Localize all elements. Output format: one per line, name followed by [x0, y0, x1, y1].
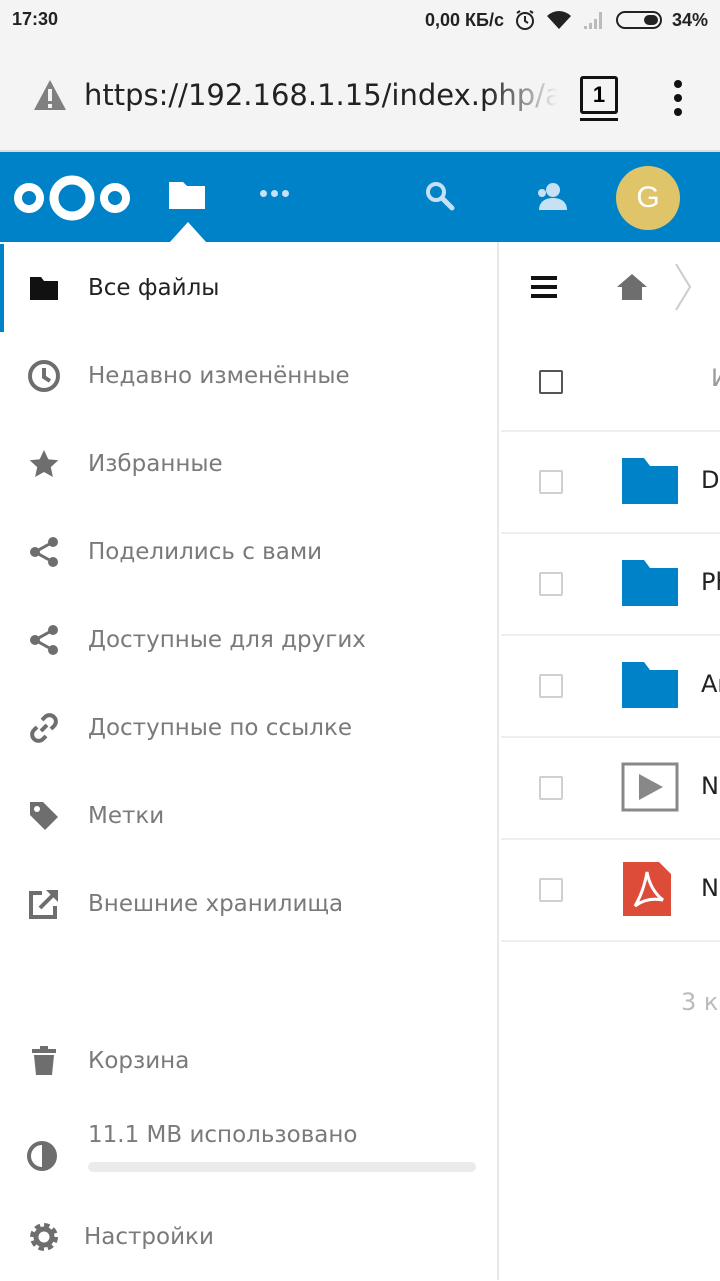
file-list-panel: И Do Ph Ав N N 3 ка: [501, 242, 720, 1280]
sidebar-item-favorites[interactable]: Избранные: [0, 420, 497, 508]
share-icon: [26, 622, 62, 658]
warning-icon[interactable]: [32, 78, 68, 112]
sidebar-item-label: Избранные: [88, 451, 223, 477]
dot-icon: [674, 80, 682, 88]
dot-icon: [674, 94, 682, 102]
file-list-header: И: [501, 332, 720, 432]
file-row[interactable]: N: [501, 738, 720, 840]
active-app-caret: [170, 222, 206, 242]
url-field[interactable]: https://192.168.1.15/index.php/a: [84, 78, 558, 112]
folder-icon: [622, 662, 678, 708]
row-checkbox[interactable]: [539, 776, 563, 800]
sidebar-item-recent[interactable]: Недавно изменённые: [0, 332, 497, 420]
app-navigation: Все файлы Недавно изменённые Избранные П…: [0, 242, 499, 1280]
overflow-menu-button[interactable]: [668, 80, 688, 116]
sidebar-item-shared-with-you[interactable]: Поделились с вами: [0, 508, 497, 596]
browser-url-bar: https://192.168.1.15/index.php/a 1: [0, 40, 720, 152]
sidebar-item-label: Метки: [88, 803, 165, 829]
sidebar-item-external-storage[interactable]: Внешние хранилища: [0, 860, 497, 948]
file-row[interactable]: Ph: [501, 534, 720, 636]
nextcloud-logo[interactable]: [10, 172, 134, 224]
sidebar-item-label: Доступные по ссылке: [88, 715, 353, 741]
file-list-summary: 3 ка: [681, 988, 720, 1016]
sidebar-item-label: Корзина: [88, 1048, 190, 1074]
app-header: G: [0, 152, 720, 242]
folder-icon: [622, 458, 678, 504]
file-name[interactable]: Ph: [701, 568, 720, 596]
more-apps-button[interactable]: [260, 190, 289, 197]
folder-icon: [622, 560, 678, 606]
clock-icon: [26, 358, 62, 394]
quota-label: 11.1 MB использовано: [88, 1122, 358, 1148]
file-name[interactable]: N: [701, 772, 719, 800]
status-bar: 17:30 0,00 КБ/с 34%: [0, 0, 720, 40]
chevron-right-icon: [675, 263, 692, 311]
sidebar-item-label: Все файлы: [88, 275, 220, 301]
user-avatar[interactable]: G: [616, 166, 680, 230]
network-speed: 0,00 КБ/с: [424, 9, 504, 30]
link-icon: [26, 710, 62, 746]
battery-level: 34%: [671, 9, 708, 30]
menu-icon[interactable]: [531, 276, 557, 298]
pdf-file-icon: [623, 862, 671, 916]
file-name[interactable]: Do: [701, 466, 720, 494]
sidebar-item-label: Внешние хранилища: [88, 891, 344, 917]
file-row[interactable]: N: [501, 840, 720, 942]
sidebar-item-trash[interactable]: Корзина: [0, 1017, 497, 1105]
sidebar-item-label: Настройки: [84, 1224, 214, 1250]
row-checkbox[interactable]: [539, 674, 563, 698]
alarm-icon: [515, 10, 534, 30]
select-all-checkbox[interactable]: [539, 370, 563, 394]
sidebar-item-settings[interactable]: Настройки: [0, 1193, 497, 1281]
tab-switcher-button[interactable]: 1: [580, 76, 618, 121]
sidebar-item-shared-with-others[interactable]: Доступные для других: [0, 596, 497, 684]
search-icon[interactable]: [424, 180, 456, 212]
video-file-icon: [621, 762, 679, 812]
quota-progress-bar: [88, 1162, 476, 1172]
gear-icon: [26, 1219, 62, 1255]
battery-icon: [615, 11, 662, 29]
sidebar-item-tags[interactable]: Метки: [0, 772, 497, 860]
share-icon: [26, 534, 62, 570]
storage-quota: 11.1 MB использовано: [0, 1112, 497, 1192]
folder-icon: [26, 270, 62, 306]
sidebar-item-label: Поделились с вами: [88, 539, 323, 565]
wifi-icon: [546, 11, 571, 29]
file-name[interactable]: N: [701, 874, 719, 902]
sidebar-item-label: Доступные для других: [88, 627, 366, 653]
sidebar-item-label: Недавно изменённые: [88, 363, 350, 389]
breadcrumb: [501, 242, 720, 332]
row-checkbox[interactable]: [539, 878, 563, 902]
home-icon[interactable]: [615, 272, 649, 302]
file-name[interactable]: Ав: [701, 670, 720, 698]
sidebar-item-all-files[interactable]: Все файлы: [0, 244, 497, 332]
row-checkbox[interactable]: [539, 572, 563, 596]
dot-icon: [674, 108, 682, 116]
pie-chart-icon: [26, 1140, 58, 1176]
tag-icon: [26, 798, 62, 834]
files-app-icon[interactable]: [168, 178, 206, 210]
status-time: 17:30: [12, 9, 59, 29]
contacts-icon[interactable]: [534, 180, 570, 212]
file-row[interactable]: Ав: [501, 636, 720, 738]
signal-icon: [583, 12, 602, 29]
file-row[interactable]: Do: [501, 432, 720, 534]
external-icon: [26, 886, 62, 922]
sidebar-item-shared-by-link[interactable]: Доступные по ссылке: [0, 684, 497, 772]
trash-icon: [26, 1043, 62, 1079]
status-indicators: 0,00 КБ/с 34%: [425, 9, 708, 31]
star-icon: [26, 446, 62, 482]
name-column-header[interactable]: И: [711, 364, 720, 392]
row-checkbox[interactable]: [539, 470, 563, 494]
